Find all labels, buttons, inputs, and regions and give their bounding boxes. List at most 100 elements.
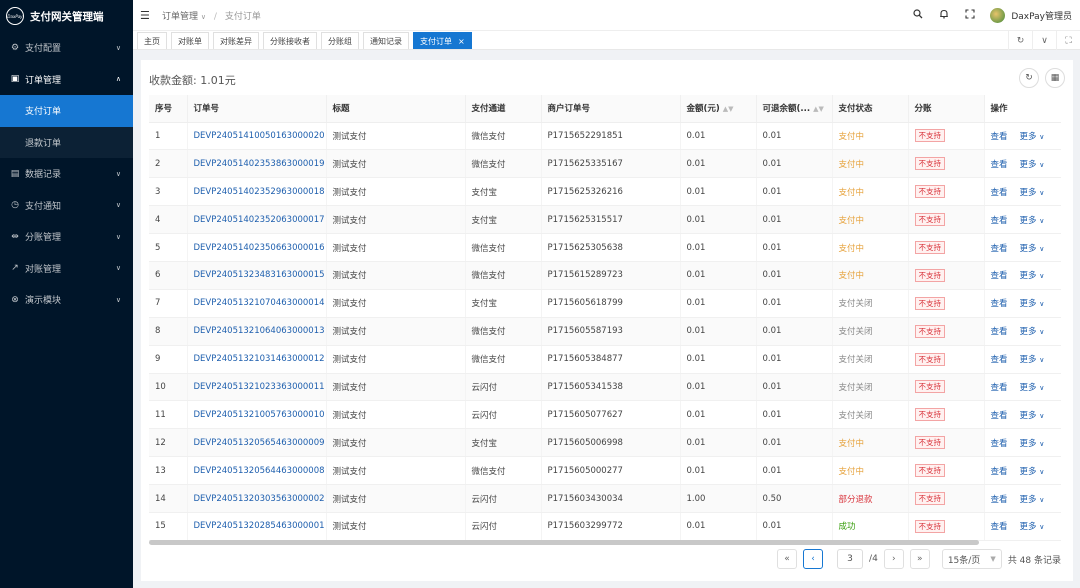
column-settings-button[interactable]: ▦ bbox=[1045, 68, 1065, 88]
more-dropdown[interactable]: 更多 ∨ bbox=[1020, 467, 1045, 477]
more-dropdown[interactable]: 更多 ∨ bbox=[1020, 216, 1045, 226]
sidebar-subitem-1[interactable]: 退款订单 bbox=[0, 127, 133, 159]
sidebar-item-4[interactable]: ⇹分账管理∨ bbox=[0, 221, 133, 253]
sort-icon[interactable]: ▲▼ bbox=[813, 105, 824, 113]
view-link[interactable]: 查看 bbox=[991, 383, 1008, 393]
more-dropdown[interactable]: 更多 ∨ bbox=[1020, 383, 1045, 393]
last-page-button[interactable]: » bbox=[910, 549, 930, 569]
tab-6[interactable]: 支付订单 × bbox=[413, 32, 472, 49]
view-link[interactable]: 查看 bbox=[991, 271, 1008, 281]
more-dropdown[interactable]: 更多 ∨ bbox=[1020, 244, 1045, 254]
order-no-link[interactable]: DEVP24051321070463000014 bbox=[187, 289, 326, 317]
order-no-link[interactable]: DEVP24051321005763000010 bbox=[187, 401, 326, 429]
tab-0[interactable]: 主页 bbox=[137, 32, 167, 49]
tab-1[interactable]: 对账单 bbox=[171, 32, 209, 49]
order-no-link[interactable]: DEVP24051320565463000009 bbox=[187, 429, 326, 457]
tab-5[interactable]: 通知记录 bbox=[363, 32, 409, 49]
chevron-down-icon[interactable]: ∨ bbox=[1032, 31, 1056, 50]
status-text: 支付关闭 bbox=[839, 383, 873, 393]
breadcrumb-item-order-mgmt[interactable]: 订单管理 bbox=[162, 12, 198, 22]
more-dropdown[interactable]: 更多 ∨ bbox=[1020, 327, 1045, 337]
prev-page-button[interactable]: ‹ bbox=[803, 549, 823, 569]
status-text: 支付中 bbox=[839, 188, 865, 198]
order-no-link[interactable]: DEVP24051321031463000012 bbox=[187, 345, 326, 373]
order-no-link[interactable]: DEVP24051323483163000015 bbox=[187, 261, 326, 289]
column-header[interactable]: 金额(元)▲▼ bbox=[680, 95, 756, 122]
order-no-link[interactable]: DEVP24051402352963000018 bbox=[187, 178, 326, 206]
more-dropdown[interactable]: 更多 ∨ bbox=[1020, 495, 1045, 505]
table-cell: 0.01 bbox=[756, 234, 832, 262]
more-dropdown[interactable]: 更多 ∨ bbox=[1020, 132, 1045, 142]
view-link[interactable]: 查看 bbox=[991, 188, 1008, 198]
view-link[interactable]: 查看 bbox=[991, 132, 1008, 142]
menu-toggle-icon[interactable]: ☰ bbox=[140, 9, 152, 22]
sidebar-item-6[interactable]: ⊗演示模块∨ bbox=[0, 284, 133, 316]
order-no-link[interactable]: DEVP24051320564463000008 bbox=[187, 457, 326, 485]
bell-icon[interactable] bbox=[938, 9, 950, 22]
tab-4[interactable]: 分账组 bbox=[321, 32, 359, 49]
sidebar-item-3[interactable]: ◷支付通知∨ bbox=[0, 190, 133, 222]
view-link[interactable]: 查看 bbox=[991, 327, 1008, 337]
order-no-link[interactable]: DEVP24051402350663000016 bbox=[187, 234, 326, 262]
view-link[interactable]: 查看 bbox=[991, 216, 1008, 226]
more-dropdown[interactable]: 更多 ∨ bbox=[1020, 439, 1045, 449]
ops-cell: 查看 更多 ∨ bbox=[984, 373, 1061, 401]
tab-bar: 主页对账单对账差异分账接收者分账组通知记录支付订单 × ↻ ∨ ⛶ bbox=[133, 31, 1080, 50]
more-dropdown[interactable]: 更多 ∨ bbox=[1020, 271, 1045, 281]
table-cell: 8 bbox=[149, 317, 187, 345]
sort-icon[interactable]: ▲▼ bbox=[723, 105, 734, 113]
view-link[interactable]: 查看 bbox=[991, 160, 1008, 170]
view-link[interactable]: 查看 bbox=[991, 522, 1008, 532]
more-dropdown[interactable]: 更多 ∨ bbox=[1020, 160, 1045, 170]
tab-2[interactable]: 对账差异 bbox=[213, 32, 259, 49]
refresh-icon[interactable]: ↻ bbox=[1008, 31, 1032, 50]
table-cell: 0.01 bbox=[680, 401, 756, 429]
tab-label: 对账单 bbox=[178, 36, 202, 47]
username[interactable]: DaxPay管理员 bbox=[1011, 9, 1072, 22]
table-cell: 云闪付 bbox=[465, 401, 541, 429]
more-dropdown[interactable]: 更多 ∨ bbox=[1020, 522, 1045, 532]
search-icon[interactable] bbox=[912, 9, 924, 22]
sidebar-item-1[interactable]: ▣订单管理∧ bbox=[0, 64, 133, 96]
fullscreen-icon[interactable] bbox=[964, 9, 976, 22]
order-no-link[interactable]: DEVP24051321023363000011 bbox=[187, 373, 326, 401]
view-link[interactable]: 查看 bbox=[991, 467, 1008, 477]
sidebar-item-5[interactable]: ↗对账管理∨ bbox=[0, 253, 133, 285]
sidebar-subitem-0[interactable]: 支付订单 bbox=[0, 95, 133, 127]
page-size-select[interactable]: 15条/页▼ bbox=[942, 549, 1002, 569]
sidebar-item-2[interactable]: ▤数据记录∨ bbox=[0, 158, 133, 190]
order-no-link[interactable]: DEVP24051402353863000019 bbox=[187, 150, 326, 178]
status-text: 支付关闭 bbox=[839, 411, 873, 421]
more-dropdown[interactable]: 更多 ∨ bbox=[1020, 411, 1045, 421]
horizontal-scrollbar[interactable] bbox=[149, 540, 979, 545]
more-dropdown[interactable]: 更多 ∨ bbox=[1020, 355, 1045, 365]
sidebar-item-0[interactable]: ⚙支付配置∨ bbox=[0, 32, 133, 64]
more-dropdown[interactable]: 更多 ∨ bbox=[1020, 299, 1045, 309]
first-page-button[interactable]: « bbox=[777, 549, 797, 569]
order-no-link[interactable]: DEVP24051320303563000002 bbox=[187, 485, 326, 513]
view-link[interactable]: 查看 bbox=[991, 299, 1008, 309]
page-input[interactable]: 3 bbox=[837, 549, 863, 569]
chevron-down-icon: ∨ bbox=[1039, 412, 1044, 420]
column-header[interactable]: 可退余额(...▲▼ bbox=[756, 95, 832, 122]
status-badge: 不支持 bbox=[915, 241, 946, 254]
order-no-link[interactable]: DEVP24051402352063000017 bbox=[187, 206, 326, 234]
view-link[interactable]: 查看 bbox=[991, 411, 1008, 421]
view-link[interactable]: 查看 bbox=[991, 439, 1008, 449]
tab-label: 支付订单 bbox=[420, 36, 452, 47]
close-icon[interactable]: × bbox=[458, 37, 465, 46]
brand[interactable]: DaxPay 支付网关管理端 bbox=[0, 0, 133, 32]
tab-3[interactable]: 分账接收者 bbox=[263, 32, 317, 49]
order-no-link[interactable]: DEVP24051410050163000020 bbox=[187, 122, 326, 150]
fullscreen-icon[interactable]: ⛶ bbox=[1056, 31, 1080, 50]
order-no-link[interactable]: DEVP24051320285463000001 bbox=[187, 512, 326, 540]
refresh-button[interactable]: ↻ bbox=[1019, 68, 1039, 88]
more-dropdown[interactable]: 更多 ∨ bbox=[1020, 188, 1045, 198]
view-link[interactable]: 查看 bbox=[991, 244, 1008, 254]
order-no-link[interactable]: DEVP24051321064063000013 bbox=[187, 317, 326, 345]
view-link[interactable]: 查看 bbox=[991, 355, 1008, 365]
avatar[interactable] bbox=[990, 8, 1005, 23]
next-page-button[interactable]: › bbox=[884, 549, 904, 569]
view-link[interactable]: 查看 bbox=[991, 495, 1008, 505]
table-row: 1DEVP24051410050163000020测试支付微信支付P171565… bbox=[149, 122, 1061, 150]
